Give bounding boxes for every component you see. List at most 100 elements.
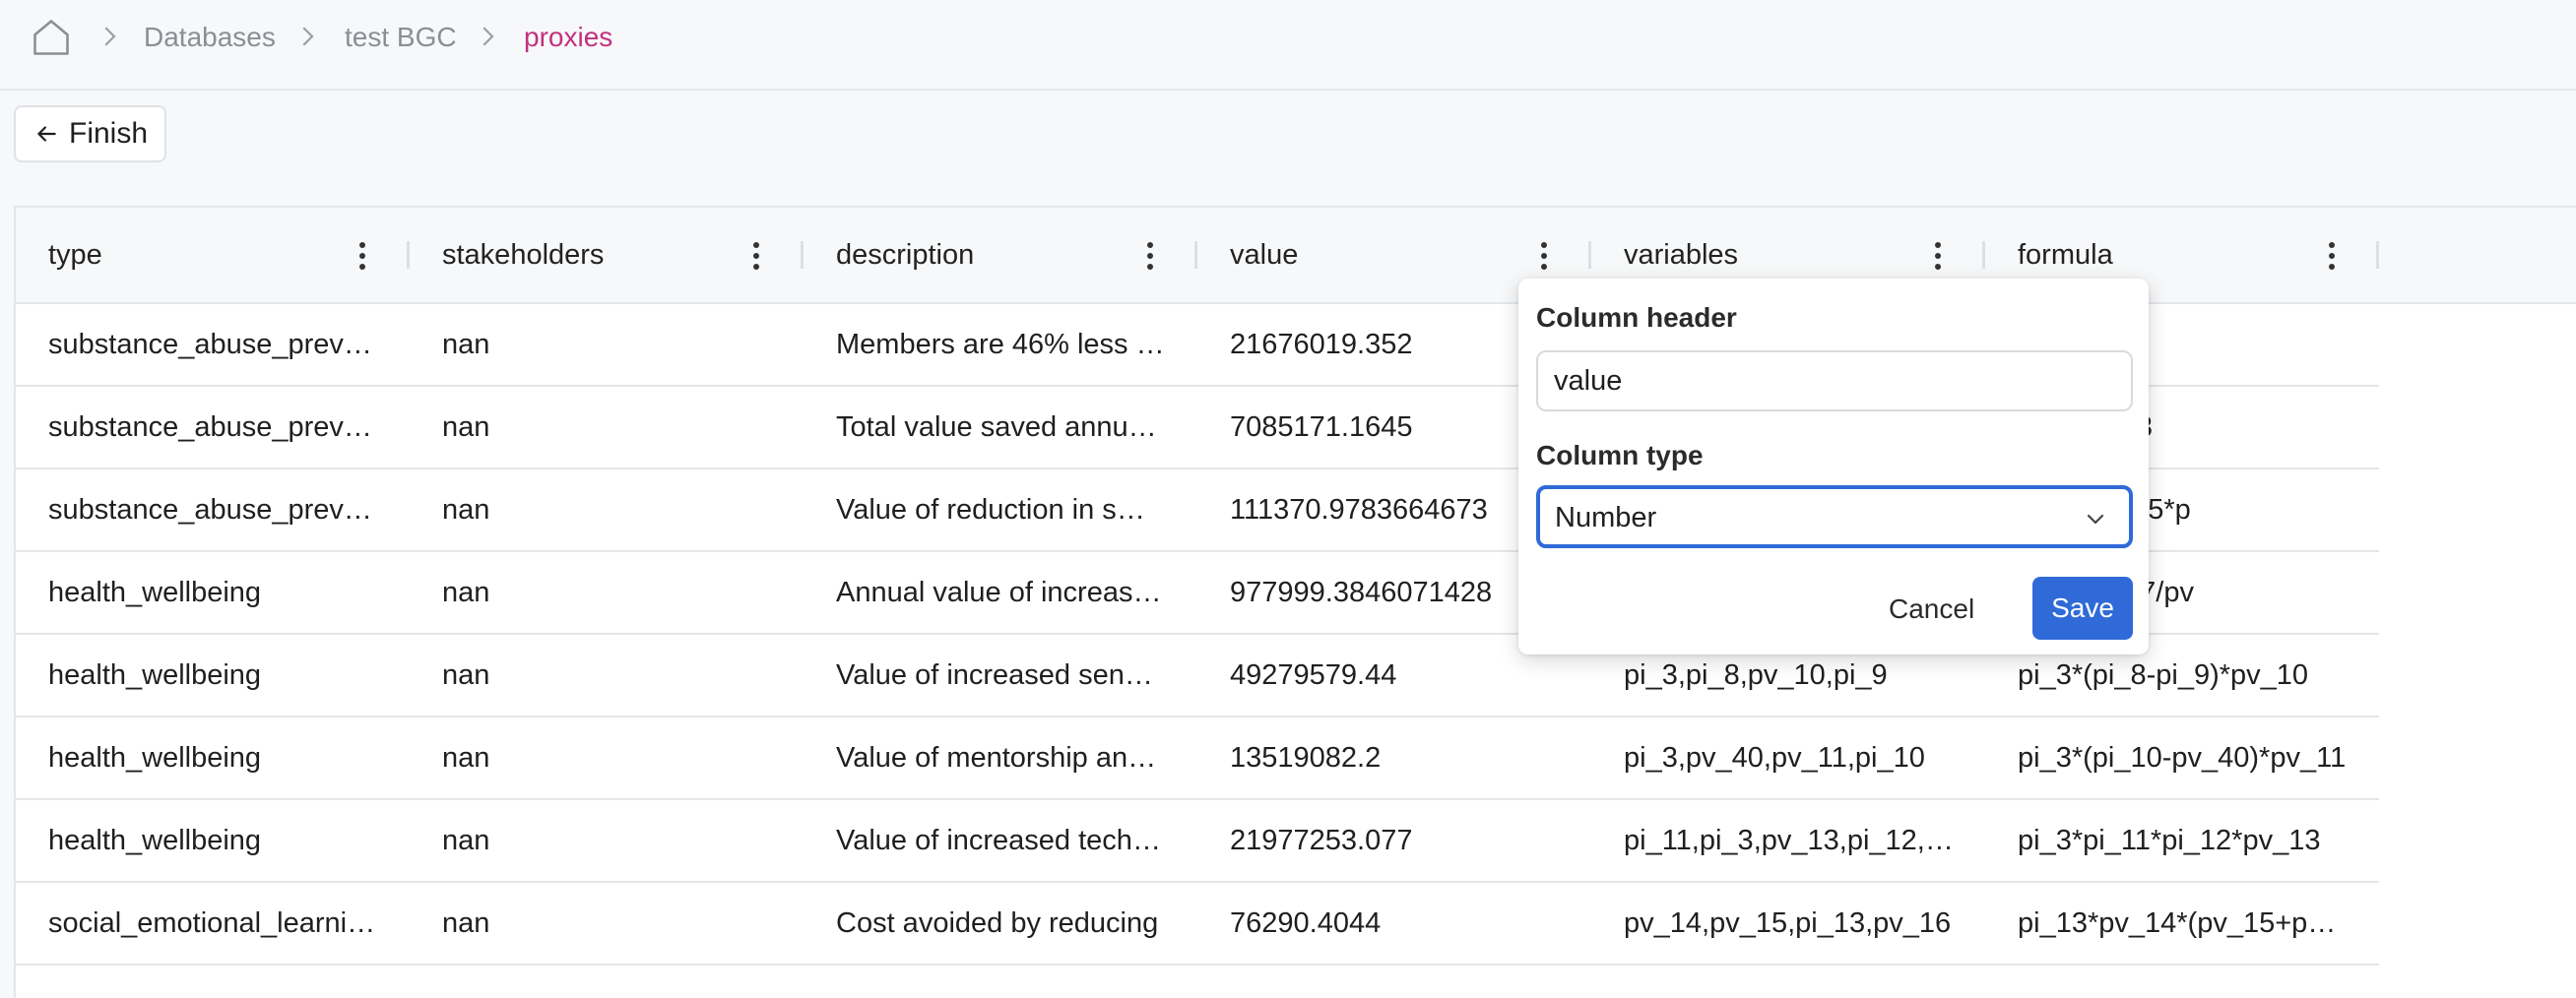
cell-value: 7085171.1645: [1230, 411, 1413, 443]
chevron-right-icon: [104, 27, 116, 46]
cell-value: social_emotional_learning: [48, 907, 378, 939]
table-cell-stakeholders[interactable]: nan: [410, 469, 804, 550]
cell-value: pi_3,pv_40,pv_11,pi_10: [1624, 742, 1925, 774]
cell-value: pv_14,pv_15,pi_13,pv_16: [1624, 907, 1952, 939]
table-cell-variables[interactable]: pi_11,pi_3,pv_13,pi_12,pv_12: [1591, 800, 1985, 881]
kebab-menu-icon[interactable]: [1532, 239, 1556, 273]
cell-value: health_wellbeing: [48, 659, 262, 691]
table-cell-value[interactable]: 13519082.2: [1197, 717, 1591, 798]
cell-value: health_wellbeing: [48, 742, 262, 774]
cell-value: substance_abuse_prevention: [48, 329, 378, 360]
table-row[interactable]: health_wellbeing nan Value of increased te…: [16, 800, 2379, 883]
table-cell-formula[interactable]: pi_3*pi_11*pi_12*pv_13: [1985, 800, 2379, 881]
table-cell-description[interactable]: Value of reduction in smoking: [804, 469, 1197, 550]
cell-value: 977999.3846071428: [1230, 577, 1493, 608]
cell-value: 21977253.077: [1230, 825, 1413, 856]
table-row[interactable]: health_wellbeing nan Value of mentorship a…: [16, 717, 2379, 800]
table-cell-variables[interactable]: pv_14,pv_15,pi_13,pv_16: [1591, 883, 1985, 964]
table-cell-type[interactable]: health_wellbeing: [16, 552, 410, 633]
column-header-1[interactable]: stakeholders: [410, 208, 804, 302]
kebab-menu-icon[interactable]: [2320, 239, 2344, 273]
cell-value: nan: [442, 577, 490, 608]
cell-value: health_wellbeing: [48, 577, 262, 608]
cell-value: substance_abuse_prevention: [48, 411, 378, 443]
kebab-menu-icon[interactable]: [351, 239, 374, 273]
cancel-button[interactable]: Cancel: [1889, 593, 1974, 625]
chevron-down-icon: [2087, 514, 2104, 525]
table-cell-value[interactable]: 21977253.077: [1197, 800, 1591, 881]
cell-value: nan: [442, 329, 490, 360]
table-row[interactable]: social_emotional_learning nan Cost avoided…: [16, 883, 2379, 966]
cell-value: health_wellbeing: [48, 825, 262, 856]
column-resize-handle[interactable]: [2376, 241, 2379, 269]
cell-value: nan: [442, 659, 490, 691]
column-header-label: stakeholders: [442, 239, 605, 271]
column-header-label: description: [836, 239, 975, 271]
cell-value: Value of mentorship and guidance: [836, 742, 1166, 774]
finish-button[interactable]: Finish: [14, 105, 166, 162]
table-cell-stakeholders[interactable]: nan: [410, 552, 804, 633]
cell-value: nan: [442, 411, 490, 443]
table-cell-type[interactable]: health_wellbeing: [16, 717, 410, 798]
column-header-0[interactable]: type: [16, 208, 410, 302]
table-cell-value[interactable]: 76290.4044: [1197, 883, 1591, 964]
arrow-left-icon: [37, 126, 56, 142]
cell-value: 21676019.352: [1230, 329, 1413, 360]
cell-value: 13519082.2: [1230, 742, 1382, 774]
table-cell-stakeholders[interactable]: nan: [410, 387, 804, 468]
cell-value: Members are 46% less likely: [836, 329, 1166, 360]
table-cell-type[interactable]: health_wellbeing: [16, 800, 410, 881]
table-cell-variables[interactable]: pi_3,pv_40,pv_11,pi_10: [1591, 717, 1985, 798]
cell-value: Total value saved annually: [836, 411, 1166, 443]
column-header-input[interactable]: [1536, 350, 2133, 411]
table-cell-formula[interactable]: pi_3*(pi_10-pv_40)*pv_11: [1985, 717, 2379, 798]
grid-header: type stakeholders description value variable…: [16, 208, 2576, 304]
table-cell-type[interactable]: substance_abuse_prevention: [16, 469, 410, 550]
data-grid: type stakeholders description value variable…: [14, 206, 2576, 998]
table-cell-stakeholders[interactable]: nan: [410, 800, 804, 881]
cell-value: Value of increased technology: [836, 825, 1166, 856]
table-cell-formula[interactable]: pi_13*pv_14*(pv_15+pv_16): [1985, 883, 2379, 964]
column-header-2[interactable]: description: [804, 208, 1197, 302]
breadcrumb-item-test-bgc[interactable]: test BGC: [345, 18, 457, 57]
cell-value: nan: [442, 494, 490, 526]
table-cell-type[interactable]: health_wellbeing: [16, 635, 410, 716]
kebab-menu-icon[interactable]: [1926, 239, 1950, 273]
column-header-label: formula: [2018, 239, 2113, 271]
chevron-right-icon: [302, 27, 314, 46]
cell-value: pi_3*(pi_8-pi_9)*pv_10: [2018, 659, 2309, 691]
save-button[interactable]: Save: [2032, 577, 2133, 640]
breadcrumb-item-proxies: proxies: [524, 22, 613, 52]
cell-value: Value of reduction in smoking: [836, 494, 1166, 526]
table-cell-description[interactable]: Cost avoided by reducing: [804, 883, 1197, 964]
table-cell-description[interactable]: Total value saved annually: [804, 387, 1197, 468]
cell-value: Value of increased sense of: [836, 659, 1166, 691]
cell-value: pi_13*pv_14*(pv_15+pv_16): [2018, 907, 2348, 939]
chevron-right-icon: [483, 27, 494, 46]
column-header-label: value: [1230, 239, 1299, 271]
kebab-menu-icon[interactable]: [744, 239, 768, 273]
cell-value: pi_3*pi_11*pi_12*pv_13: [2018, 825, 2321, 856]
table-cell-description[interactable]: Members are 46% less likely: [804, 304, 1197, 385]
table-cell-type[interactable]: substance_abuse_prevention: [16, 304, 410, 385]
cell-value: pi_3,pi_8,pv_10,pi_9: [1624, 659, 1888, 691]
cell-value: pi_11,pi_3,pv_13,pi_12,pv_12: [1624, 825, 1954, 856]
table-cell-type[interactable]: substance_abuse_prevention: [16, 387, 410, 468]
table-cell-stakeholders[interactable]: nan: [410, 304, 804, 385]
table-cell-type[interactable]: social_emotional_learning: [16, 883, 410, 964]
column-header-label: variables: [1624, 239, 1739, 271]
table-cell-description[interactable]: Annual value of increasing: [804, 552, 1197, 633]
table-cell-description[interactable]: Value of increased technology: [804, 800, 1197, 881]
table-cell-stakeholders[interactable]: nan: [410, 717, 804, 798]
table-cell-stakeholders[interactable]: nan: [410, 883, 804, 964]
cell-value: nan: [442, 907, 490, 939]
home-icon[interactable]: [30, 16, 73, 59]
table-cell-stakeholders[interactable]: nan: [410, 635, 804, 716]
breadcrumb-item-databases[interactable]: Databases: [144, 18, 276, 57]
cell-value: 76290.4044: [1230, 907, 1382, 939]
table-cell-description[interactable]: Value of mentorship and guidance: [804, 717, 1197, 798]
column-type-select[interactable]: Number: [1536, 485, 2133, 548]
cell-value: 111370.9783664673: [1230, 494, 1488, 526]
table-cell-description[interactable]: Value of increased sense of: [804, 635, 1197, 716]
kebab-menu-icon[interactable]: [1138, 239, 1162, 273]
